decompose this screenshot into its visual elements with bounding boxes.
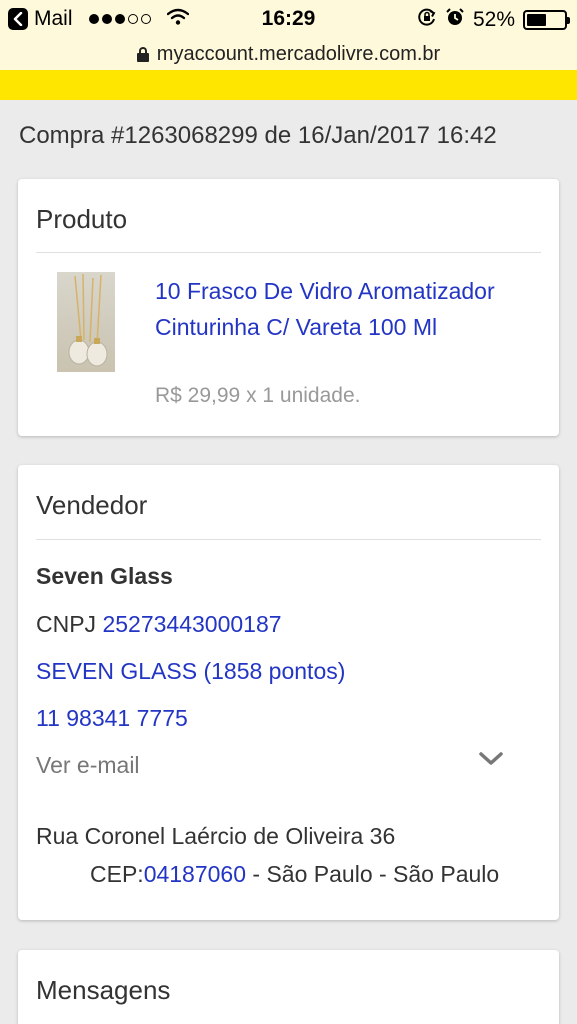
product-heading: Produto (36, 204, 128, 234)
site-header-bar (0, 70, 577, 100)
battery-icon (523, 10, 570, 30)
seller-card: Vendedor Seven Glass CNPJ 25273443000187… (18, 465, 559, 920)
seller-cnpj: CNPJ 25273443000187 (36, 611, 282, 638)
seller-store-link[interactable]: SEVEN GLASS (1858 pontos) (36, 658, 345, 685)
url-text[interactable]: myaccount.mercadolivre.com.br (157, 43, 440, 66)
status-bar-right: 52% (417, 7, 570, 33)
cep-location: - São Paulo - São Paulo (246, 861, 500, 887)
product-image-icon (68, 273, 108, 367)
product-title-link[interactable]: 10 Frasco De Vidro Aromatizador Cinturin… (155, 273, 515, 345)
status-bar: Mail 16:29 52% (0, 0, 577, 38)
divider (36, 252, 541, 253)
rotation-lock-icon (417, 7, 437, 33)
product-thumbnail[interactable] (57, 272, 115, 372)
chevron-down-icon[interactable] (478, 751, 504, 772)
seller-address: Rua Coronel Laércio de Oliveira 36 (36, 823, 396, 849)
page-title: Compra #1263068299 de 16/Jan/2017 16:42 (19, 122, 497, 149)
cnpj-link[interactable]: 25273443000187 (102, 611, 281, 637)
battery-level (527, 14, 546, 26)
cnpj-label: CNPJ (36, 611, 103, 637)
messages-card: Mensagens (18, 950, 559, 1024)
seller-phone-link[interactable]: 11 98341 7775 (36, 705, 188, 732)
battery-percent: 52% (472, 8, 515, 31)
product-price: R$ 29,99 x 1 unidade. (155, 384, 361, 407)
alarm-icon (445, 7, 465, 33)
seller-name: Seven Glass (36, 563, 173, 589)
messages-heading: Mensagens (36, 975, 171, 1005)
divider (36, 539, 541, 540)
cep-label: CEP: (90, 861, 144, 887)
cep-link[interactable]: 04187060 (144, 861, 246, 887)
show-email-toggle[interactable]: Ver e-mail (36, 752, 140, 779)
url-bar[interactable]: myaccount.mercadolivre.com.br (0, 38, 577, 70)
seller-cep: CEP:04187060 - São Paulo - São Paulo (90, 861, 499, 888)
seller-heading: Vendedor (36, 490, 148, 520)
lock-icon (136, 46, 149, 62)
product-card: Produto 10 Frasco De Vidro Aromatizador … (18, 179, 559, 436)
